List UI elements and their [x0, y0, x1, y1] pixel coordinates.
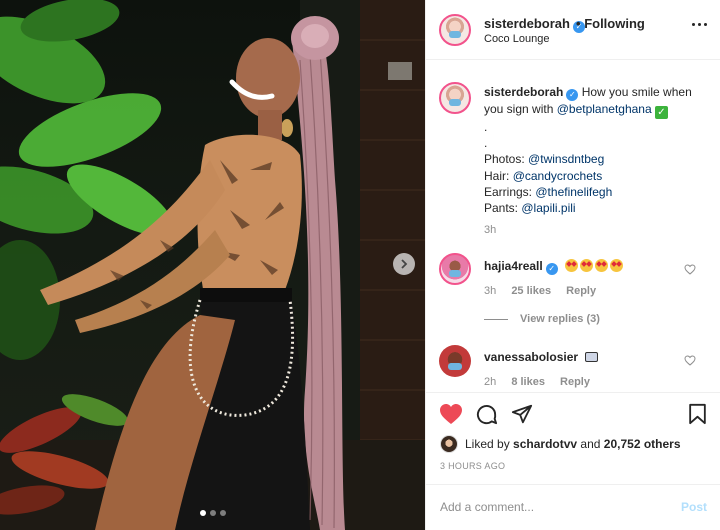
photo-illustration	[0, 0, 425, 530]
post-comment-button[interactable]: Post	[681, 500, 707, 514]
comment-time[interactable]: 2h	[484, 376, 496, 388]
author-username[interactable]: sisterdeborah	[484, 16, 570, 31]
follow-status[interactable]: • Following	[576, 16, 645, 31]
comment-likes[interactable]: 8 likes	[511, 376, 545, 388]
verified-badge-icon: ✓	[566, 89, 579, 101]
heart-outline-icon[interactable]	[684, 264, 696, 275]
view-replies-button[interactable]: View replies (3)	[484, 313, 600, 325]
commenter-avatar[interactable]	[439, 345, 471, 377]
author-username-row: sisterdeborah ✓	[484, 16, 585, 33]
liker-avatar[interactable]	[440, 435, 458, 453]
mention-link[interactable]: @lapili.pili	[521, 201, 575, 215]
following-button[interactable]: Following	[584, 16, 645, 31]
bookmark-icon[interactable]	[688, 403, 707, 425]
post-actions: Liked by schardotvv and 20,752 others 3 …	[426, 392, 720, 492]
commenter-avatar[interactable]	[439, 253, 471, 285]
check-mark-icon: ✓	[655, 106, 668, 119]
author-avatar[interactable]	[439, 14, 471, 46]
verified-badge-icon: ✓	[545, 263, 558, 275]
post-caption: sisterdeborah ✓ How you smile when you si…	[426, 60, 720, 246]
comment-likes[interactable]: 25 likes	[511, 285, 551, 297]
liked-by-prefix: Liked by	[465, 437, 510, 451]
post-photo[interactable]	[0, 0, 425, 530]
mention-link[interactable]: @thefinelifegh	[535, 185, 612, 199]
next-slide-button[interactable]	[393, 253, 415, 275]
tv-emoji-icon	[585, 352, 599, 362]
liked-by-and: and	[580, 437, 601, 451]
credit-label: Photos:	[484, 152, 525, 167]
credit-label: Hair:	[484, 168, 510, 183]
credit-label: Earrings:	[484, 184, 533, 199]
add-comment-bar: Add a comment... Post	[426, 484, 720, 530]
comment-time[interactable]: 3h	[484, 285, 496, 297]
post-header: sisterdeborah ✓ • Following Coco Lounge	[426, 0, 720, 60]
caption-username[interactable]: sisterdeborah	[484, 85, 563, 99]
post-time-ago[interactable]: 3 HOURS AGO	[440, 461, 505, 471]
view-replies-label: View replies (3)	[520, 313, 600, 325]
next-arrow-icon	[401, 259, 408, 269]
reply-button[interactable]: Reply	[566, 285, 596, 297]
caption-text: sisterdeborah ✓ How you smile when you si…	[484, 84, 709, 216]
caption-dot: .	[484, 120, 488, 134]
carousel-dot-active	[199, 510, 206, 516]
liked-by: Liked by schardotvv and 20,752 others	[440, 435, 681, 453]
comment-meta: 3h 25 likes Reply	[484, 285, 608, 297]
share-icon[interactable]	[511, 403, 533, 425]
more-options-icon[interactable]	[692, 23, 707, 26]
carousel-dot	[219, 510, 226, 516]
comment-emojis	[565, 259, 625, 273]
heart-outline-icon[interactable]	[684, 355, 696, 366]
comment-icon[interactable]	[475, 403, 498, 426]
post-location[interactable]: Coco Lounge	[484, 33, 549, 45]
liked-by-user[interactable]: schardotvv	[513, 437, 577, 451]
reply-button[interactable]: Reply	[560, 376, 590, 388]
comment-meta: 2h 8 likes Reply	[484, 376, 602, 388]
comment: vanessabolosier	[484, 350, 599, 364]
comment-input[interactable]: Add a comment...	[440, 500, 534, 514]
carousel-dot	[209, 510, 216, 516]
caption-dot: .	[484, 136, 488, 151]
follow-separator: •	[576, 16, 581, 31]
mention-link[interactable]: @candycrochets	[513, 169, 603, 183]
caption-avatar[interactable]	[439, 82, 471, 114]
credit-label: Pants:	[484, 201, 519, 216]
caption-time[interactable]: 3h	[484, 224, 496, 236]
comment-username[interactable]: hajia4reall	[484, 259, 543, 273]
comment-username[interactable]: vanessabolosier	[484, 350, 578, 364]
mention-link[interactable]: @twinsdntbeg	[528, 152, 604, 166]
mention-link[interactable]: @betplanetghana	[557, 102, 652, 116]
heart-filled-icon[interactable]	[439, 403, 463, 425]
liked-by-others[interactable]: 20,752 others	[604, 437, 681, 451]
carousel-indicator	[0, 510, 425, 516]
post-side-panel: sisterdeborah ✓ • Following Coco Lounge s…	[425, 0, 720, 530]
comment: hajia4reall ✓	[484, 259, 625, 275]
